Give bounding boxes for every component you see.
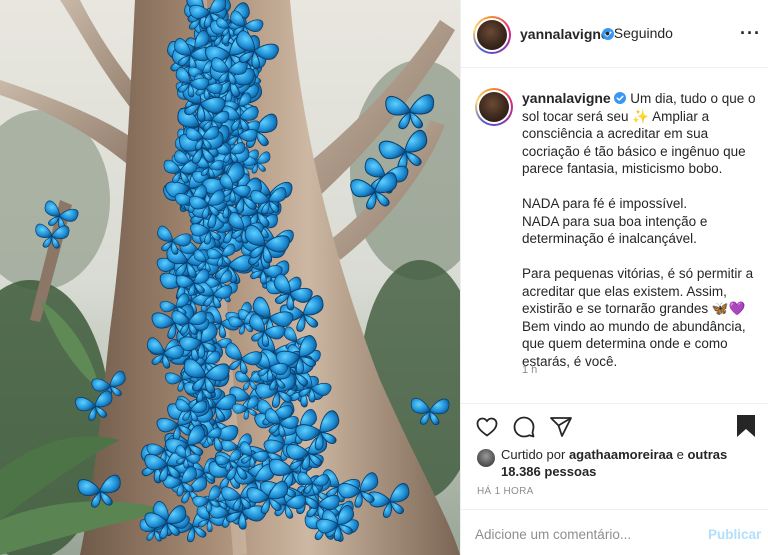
post-sidebar: yannalavigne • Seguindo ··· yannalavigne… [460,0,768,555]
post-image[interactable] [0,0,460,555]
comment-icon[interactable] [512,415,536,439]
caption-paragraph-2: NADA para fé é impossível. NADA para sua… [522,196,708,246]
publish-button[interactable]: Publicar [708,527,761,542]
post-actions: Curtido por agathaamoreiraa e outras 18.… [461,403,768,555]
caption-time[interactable]: 1 h [522,364,537,376]
heart-icon[interactable] [475,415,499,439]
liker-avatar[interactable] [477,449,495,467]
share-icon[interactable] [549,415,573,439]
likes-connector: e [676,447,684,462]
following-button[interactable]: Seguindo [614,25,673,41]
caption-text: yannalavigne Um dia, tudo o que o sol to… [522,90,762,370]
post-header: yannalavigne • Seguindo ··· [461,0,768,68]
post-timestamp[interactable]: HÁ 1 HORA [477,486,534,497]
author-username[interactable]: yannalavigne [520,26,609,42]
butterfly-tree-photo [0,0,460,555]
comment-input[interactable] [475,524,695,544]
caption-username[interactable]: yannalavigne [522,90,611,106]
verified-badge-icon [614,92,627,104]
caption-paragraph-3: Para pequenas vitórias, é só permitir a … [522,266,754,369]
author-avatar[interactable] [473,16,511,54]
separator-dot: • [605,25,610,41]
caption-avatar[interactable] [475,88,513,126]
follow-status[interactable]: • Seguindo [605,25,673,41]
likes-prefix: Curtido por [501,447,566,462]
liker-username[interactable]: agathaamoreiraa [569,447,673,462]
bookmark-icon[interactable] [735,414,757,438]
comment-bar: Publicar [461,509,768,555]
more-horizontal-icon[interactable]: ··· [740,24,761,42]
